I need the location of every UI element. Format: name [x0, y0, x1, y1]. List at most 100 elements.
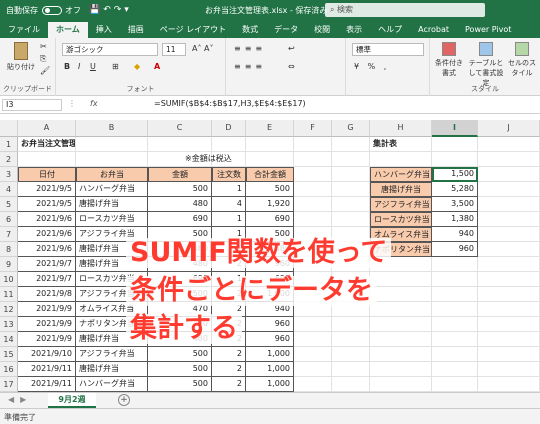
- cell[interactable]: [294, 167, 332, 182]
- cell[interactable]: [246, 137, 294, 152]
- formula-bar-menu-icon[interactable]: ⋮: [68, 99, 76, 108]
- table-cell[interactable]: 500: [148, 347, 212, 362]
- cell[interactable]: [332, 362, 370, 377]
- summary-value-cell[interactable]: 960: [432, 242, 478, 257]
- table-cell[interactable]: ロースカツ弁当: [76, 212, 148, 227]
- row-header[interactable]: 10: [0, 272, 18, 287]
- sheet-title[interactable]: お弁当注文管理表: [18, 137, 76, 152]
- cell[interactable]: [478, 257, 540, 272]
- table-cell[interactable]: ハンバーグ弁当: [76, 182, 148, 197]
- table-header-cell[interactable]: 日付: [18, 167, 76, 182]
- cell[interactable]: [478, 362, 540, 377]
- table-cell[interactable]: 2021/9/11: [18, 362, 76, 377]
- underline-icon[interactable]: U: [90, 62, 96, 71]
- row-header[interactable]: 16: [0, 362, 18, 377]
- column-header-f[interactable]: F: [294, 120, 332, 137]
- sheet-tab-active[interactable]: 9月2週: [48, 393, 96, 408]
- summary-item-cell[interactable]: ハンバーグ弁当: [370, 167, 432, 182]
- tab-data[interactable]: データ: [266, 22, 306, 38]
- cell[interactable]: [478, 167, 540, 182]
- cell[interactable]: [18, 152, 76, 167]
- table-cell[interactable]: 2021/9/9: [18, 332, 76, 347]
- table-cell[interactable]: 2021/9/7: [18, 257, 76, 272]
- summary-value-cell[interactable]: 1,380: [432, 212, 478, 227]
- cell[interactable]: [294, 182, 332, 197]
- table-cell[interactable]: 2021/9/6: [18, 212, 76, 227]
- cell[interactable]: [332, 197, 370, 212]
- table-format-button[interactable]: テーブルとして書式設定: [468, 42, 504, 88]
- tab-insert[interactable]: 挿入: [88, 22, 120, 38]
- formula-text[interactable]: =SUMIF($B$4:$B$17,H3,$E$4:$E$17): [154, 99, 306, 108]
- table-cell[interactable]: 2: [212, 347, 246, 362]
- cell[interactable]: [432, 152, 478, 167]
- summary-value-cell[interactable]: 940: [432, 227, 478, 242]
- table-cell[interactable]: 1: [212, 212, 246, 227]
- cell[interactable]: [370, 377, 432, 392]
- row-header[interactable]: 17: [0, 377, 18, 392]
- cell[interactable]: [332, 137, 370, 152]
- summary-item-cell[interactable]: ロースカツ弁当: [370, 212, 432, 227]
- table-cell[interactable]: アジフライ弁当: [76, 347, 148, 362]
- quick-access-icons[interactable]: 💾↶↷▾: [89, 5, 132, 15]
- cell-style-button[interactable]: セルのスタイル: [506, 42, 538, 78]
- add-sheet-icon[interactable]: +: [118, 394, 130, 406]
- row-header[interactable]: 6: [0, 212, 18, 227]
- cell[interactable]: [332, 317, 370, 332]
- table-cell[interactable]: 2021/9/6: [18, 242, 76, 257]
- cell[interactable]: [432, 272, 478, 287]
- fx-icon[interactable]: fx: [90, 99, 98, 108]
- row-header[interactable]: 5: [0, 197, 18, 212]
- cell[interactable]: [478, 227, 540, 242]
- cell[interactable]: [294, 137, 332, 152]
- cell[interactable]: [370, 317, 432, 332]
- cell[interactable]: [212, 137, 246, 152]
- cell[interactable]: [432, 347, 478, 362]
- cell[interactable]: [76, 137, 148, 152]
- wrap-text-icon[interactable]: ↩: [288, 44, 295, 53]
- column-header-b[interactable]: B: [76, 120, 148, 137]
- column-header-a[interactable]: A: [18, 120, 76, 137]
- tab-acrobat[interactable]: Acrobat: [410, 22, 457, 38]
- cell[interactable]: [432, 332, 478, 347]
- cell[interactable]: [478, 182, 540, 197]
- table-cell[interactable]: 1,000: [246, 377, 294, 392]
- table-header-cell[interactable]: お弁当: [76, 167, 148, 182]
- row-header[interactable]: 2: [0, 152, 18, 167]
- tab-view[interactable]: 表示: [338, 22, 370, 38]
- tab-review[interactable]: 校閲: [306, 22, 338, 38]
- table-cell[interactable]: 1,000: [246, 362, 294, 377]
- tab-page-layout[interactable]: ページ レイアウト: [152, 22, 234, 38]
- cell[interactable]: [478, 212, 540, 227]
- cell[interactable]: [332, 182, 370, 197]
- cell[interactable]: [294, 212, 332, 227]
- italic-icon[interactable]: I: [78, 62, 80, 71]
- tab-formulas[interactable]: 数式: [234, 22, 266, 38]
- number-format-select[interactable]: 標準: [352, 43, 424, 56]
- cell[interactable]: [332, 347, 370, 362]
- table-header-cell[interactable]: 注文数: [212, 167, 246, 182]
- align-horizontal-icons[interactable]: ≡≡≡: [234, 62, 266, 71]
- format-painter-icon[interactable]: 🖌: [40, 66, 50, 75]
- summary-item-cell[interactable]: 唐揚げ弁当: [370, 182, 432, 197]
- row-header[interactable]: 7: [0, 227, 18, 242]
- cell[interactable]: [294, 152, 332, 167]
- fill-color-icon[interactable]: ◆: [134, 62, 140, 71]
- paste-button[interactable]: 貼り付け: [6, 42, 36, 72]
- row-header[interactable]: 15: [0, 347, 18, 362]
- cell[interactable]: [478, 272, 540, 287]
- table-cell[interactable]: 500: [148, 377, 212, 392]
- cell[interactable]: [432, 257, 478, 272]
- align-top-icons[interactable]: ≡≡≡: [234, 44, 266, 53]
- column-header-i[interactable]: I: [432, 120, 478, 137]
- table-cell[interactable]: 1: [212, 182, 246, 197]
- cell[interactable]: [432, 377, 478, 392]
- cell[interactable]: [432, 137, 478, 152]
- row-header[interactable]: 4: [0, 182, 18, 197]
- table-cell[interactable]: 690: [246, 212, 294, 227]
- tab-home[interactable]: ホーム: [48, 22, 88, 38]
- row-header[interactable]: 9: [0, 257, 18, 272]
- cell[interactable]: [370, 362, 432, 377]
- number-format-icons[interactable]: ¥ % ,: [354, 62, 389, 71]
- column-header-d[interactable]: D: [212, 120, 246, 137]
- copy-icon[interactable]: ⎘: [40, 54, 46, 64]
